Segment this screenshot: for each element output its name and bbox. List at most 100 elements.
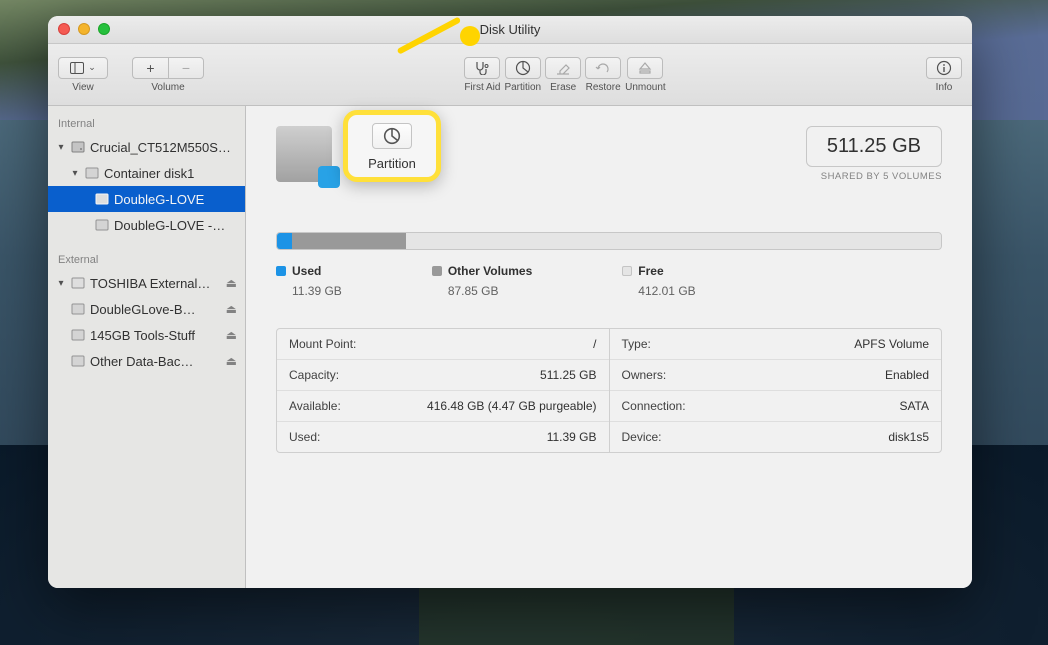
info-key: Connection: (622, 399, 686, 413)
unmount-button[interactable] (627, 57, 663, 79)
sidebar-item-label: DoubleG-LOVE (114, 192, 245, 207)
legend-other-label: Other Volumes (448, 264, 532, 278)
info-row: Owners:Enabled (610, 360, 942, 391)
sidebar-item-label: Container disk1 (104, 166, 245, 181)
info-icon (936, 60, 952, 76)
volume-icon (94, 191, 110, 207)
window-title: Disk Utility (480, 22, 541, 37)
sidebar-item-doubleglove-b[interactable]: DoubleGLove-B… ⏏ (48, 296, 245, 322)
info-value: disk1s5 (888, 430, 929, 444)
erase-icon (555, 61, 571, 75)
chevron-down-icon[interactable]: ▾ (70, 168, 80, 179)
info-key: Type: (622, 337, 651, 351)
info-value: 416.48 GB (4.47 GB purgeable) (427, 399, 596, 413)
info-key: Owners: (622, 368, 667, 382)
partition-icon (515, 60, 531, 76)
toolbar-firstaid-label: First Aid (464, 82, 500, 93)
erase-button[interactable] (545, 57, 581, 79)
partition-icon (372, 123, 412, 149)
toolbar-volume-label: Volume (151, 82, 184, 93)
sidebar-item-label: TOSHIBA External… (90, 276, 245, 291)
legend-used-label: Used (292, 264, 321, 278)
usage-bar (276, 232, 942, 250)
sidebar-item-doubleg-love[interactable]: DoubleG-LOVE (48, 186, 245, 212)
sidebar-item-145gb-tools[interactable]: 145GB Tools-Stuff ⏏ (48, 322, 245, 348)
info-row: Available:416.48 GB (4.47 GB purgeable) (277, 391, 609, 422)
legend-other: Other Volumes 87.85 GB (432, 264, 532, 298)
info-row: Capacity: 511.25 GB (277, 360, 609, 391)
legend-free-value: 412.01 GB (638, 284, 695, 298)
eject-icon[interactable]: ⏏ (226, 276, 237, 290)
toolbar-firstaid-group: First Aid (464, 57, 500, 93)
eject-icon[interactable]: ⏏ (226, 302, 237, 316)
sidebar-item-doubleg-love-data[interactable]: DoubleG-LOVE -… (48, 212, 245, 238)
info-value: APFS Volume (854, 337, 929, 351)
sidebar-item-toshiba[interactable]: ▾ TOSHIBA External… ⏏ (48, 270, 245, 296)
info-value: SATA (899, 399, 929, 413)
volume-remove-button[interactable]: − (168, 57, 204, 79)
eject-icon[interactable]: ⏏ (226, 354, 237, 368)
usage-segment-free (406, 233, 941, 249)
toolbar: ⌄ View + − Volume First Aid (48, 44, 972, 106)
info-button[interactable] (926, 57, 962, 79)
chevron-down-icon[interactable]: ▾ (56, 142, 66, 153)
size-box: 511.25 GB (806, 126, 942, 167)
minimize-button[interactable] (78, 23, 90, 35)
sidebar-item-container-disk1[interactable]: ▾ Container disk1 (48, 160, 245, 186)
info-row: Mount Point: / (277, 329, 609, 360)
toolbar-volume-group: + − Volume (132, 57, 204, 93)
sidebar-item-crucial-disk[interactable]: ▾ Crucial_CT512M550S… (48, 134, 245, 160)
volume-icon (70, 327, 86, 343)
info-value: 11.39 GB (547, 430, 597, 444)
swatch-used (276, 266, 286, 276)
info-row: Used:11.39 GB (277, 422, 609, 452)
volume-icon (70, 353, 86, 369)
volume-add-button[interactable]: + (132, 57, 168, 79)
window-controls (58, 23, 110, 35)
toolbar-erase-group: Erase (545, 57, 581, 93)
sidebar-section-external: External (48, 248, 245, 270)
sidebar-icon (70, 62, 84, 74)
sidebar-item-other-data[interactable]: Other Data-Bac… ⏏ (48, 348, 245, 374)
sidebar: Internal ▾ Crucial_CT512M550S… ▾ Contain… (48, 106, 246, 588)
legend-free-label: Free (638, 264, 663, 278)
info-key: Device: (622, 430, 662, 444)
volume-icon (70, 301, 86, 317)
legend-free: Free 412.01 GB (622, 264, 695, 298)
usage-legend: Used 11.39 GB Other Volumes 87.85 GB Fre… (276, 264, 942, 298)
eject-icon[interactable]: ⏏ (226, 328, 237, 342)
info-table: Mount Point: / Capacity: 511.25 GB Availab… (276, 328, 942, 453)
callout-label: Partition (348, 156, 436, 171)
info-key: Capacity: (289, 368, 339, 382)
info-row: Connection: SATA (610, 391, 942, 422)
chevron-down-icon[interactable]: ▾ (56, 278, 66, 289)
toolbar-partition-group: Partition (504, 57, 541, 93)
eject-icon (638, 61, 652, 75)
usage-segment-used (277, 233, 292, 249)
info-key: Mount Point: (289, 337, 356, 351)
restore-icon (595, 61, 611, 75)
toolbar-view-label: View (72, 82, 94, 93)
toolbar-info-label: Info (936, 82, 953, 93)
restore-button[interactable] (585, 57, 621, 79)
toolbar-unmount-group: Unmount (625, 57, 666, 93)
partition-button[interactable] (505, 57, 541, 79)
swatch-free (622, 266, 632, 276)
info-value: / (593, 337, 596, 351)
sidebar-item-label: DoubleGLove-B… (90, 302, 245, 317)
info-row: Device: disk1s5 (610, 422, 942, 452)
volume-shared-by: SHARED BY 5 VOLUMES (806, 171, 942, 182)
info-value: 511.25 GB (540, 368, 596, 382)
external-hdd-icon (70, 275, 86, 291)
toolbar-unmount-label: Unmount (625, 82, 666, 93)
close-button[interactable] (58, 23, 70, 35)
zoom-button[interactable] (98, 23, 110, 35)
volume-artwork (276, 126, 332, 182)
legend-used: Used 11.39 GB (276, 264, 342, 298)
titlebar[interactable]: Disk Utility (48, 16, 972, 44)
sidebar-item-label: Crucial_CT512M550S… (90, 140, 245, 155)
firstaid-button[interactable] (464, 57, 500, 79)
view-button[interactable]: ⌄ (58, 57, 108, 79)
toolbar-info-group: Info (926, 57, 962, 93)
volume-size: 511.25 GB (827, 135, 921, 158)
